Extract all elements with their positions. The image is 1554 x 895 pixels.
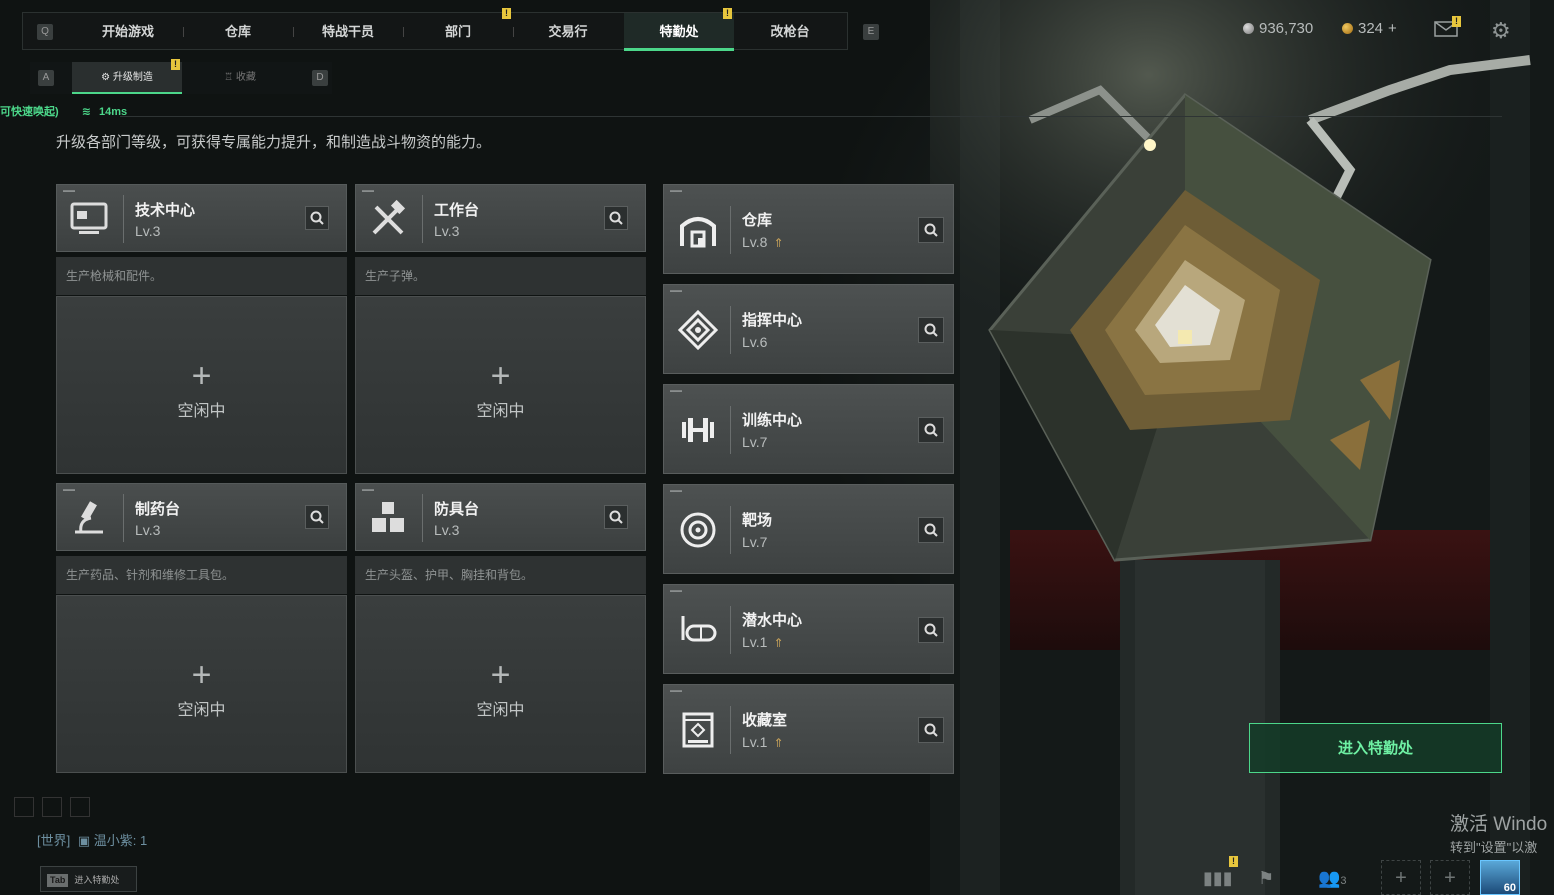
player-avatar[interactable]: 60 bbox=[1480, 860, 1520, 895]
add-slot-button[interactable]: + bbox=[1381, 860, 1421, 895]
department-warehouse[interactable]: ▬▬ 仓库 Lv.8 ⇑ bbox=[663, 184, 954, 274]
department-training-center[interactable]: ▬▬ 训练中心 Lv.7 bbox=[663, 384, 954, 474]
trophy-icon: ♖ bbox=[224, 72, 236, 83]
tab-trading[interactable]: 交易行 bbox=[513, 13, 623, 51]
command-icon bbox=[674, 306, 722, 354]
chat-toolbar bbox=[14, 797, 104, 819]
enter-special-ops-button[interactable]: 进入特勤处 bbox=[1249, 723, 1502, 773]
upgrade-arrow-icon: ⇑ bbox=[773, 736, 784, 750]
sub-navigation: A ⚙ 升级制造 ♖ 收藏 D bbox=[30, 62, 332, 94]
upgrade-arrow-icon: ⇑ bbox=[773, 236, 784, 250]
search-icon[interactable] bbox=[305, 206, 329, 230]
activation-watermark: 激活 Windo bbox=[1450, 814, 1548, 835]
department-command-center[interactable]: ▬▬ 指挥中心 Lv.6 bbox=[663, 284, 954, 374]
chat-option-icon[interactable] bbox=[14, 797, 34, 817]
gold-currency[interactable]: 324 + bbox=[1342, 20, 1397, 37]
subtab-collection[interactable]: ♖ 收藏 bbox=[185, 62, 295, 94]
silver-coin-icon bbox=[1243, 23, 1254, 34]
tab-departments[interactable]: 部门 bbox=[403, 13, 513, 51]
workshop-workbench[interactable]: ▬▬ 工作台 Lv.3 bbox=[355, 184, 646, 252]
friends-icon[interactable]: 👥3 bbox=[1318, 868, 1347, 889]
chat-message[interactable]: [世界] ▣ 温小紫: 1 bbox=[37, 830, 147, 849]
workshop-tech-center[interactable]: ▬▬ 技术中心 Lv.3 bbox=[56, 184, 347, 252]
prev-subtab-key[interactable]: A bbox=[38, 70, 54, 86]
craft-slot[interactable]: + 空闲中 bbox=[56, 595, 347, 773]
search-icon[interactable] bbox=[305, 505, 329, 529]
search-icon[interactable] bbox=[918, 517, 944, 543]
tab-operators[interactable]: 特战干员 bbox=[293, 13, 403, 51]
plus-icon: + bbox=[191, 656, 212, 694]
next-subtab-key[interactable]: D bbox=[312, 70, 328, 86]
subtab-upgrade-craft[interactable]: ⚙ 升级制造 bbox=[72, 62, 182, 94]
activation-watermark-sub: 转到"设置"以激 bbox=[1450, 840, 1538, 855]
upgrade-alert-icon: ! bbox=[171, 59, 180, 70]
flag-icon[interactable]: ⚑ bbox=[1258, 868, 1274, 889]
dumbbell-icon bbox=[674, 406, 722, 454]
add-gold-button[interactable]: + bbox=[1388, 20, 1397, 37]
plus-icon: + bbox=[490, 656, 511, 694]
tab-warehouse[interactable]: 仓库 bbox=[183, 13, 293, 51]
stats-icon[interactable]: ▮▮▮ bbox=[1203, 868, 1233, 889]
quick-wake-label: 可快速唤起) bbox=[0, 106, 59, 118]
silver-currency: 936,730 bbox=[1243, 20, 1313, 37]
search-icon[interactable] bbox=[918, 217, 944, 243]
search-icon[interactable] bbox=[918, 717, 944, 743]
chat-option-icon[interactable] bbox=[70, 797, 90, 817]
camera-icon: ▣ bbox=[77, 833, 91, 848]
page-description: 升级各部门等级，可获得专属能力提升，和制造战斗物资的能力。 bbox=[56, 134, 492, 151]
tab-gunsmith[interactable]: 改枪台 bbox=[735, 13, 845, 51]
tab-start-game[interactable]: 开始游戏 bbox=[73, 13, 183, 51]
craft-slot[interactable]: + 空闲中 bbox=[56, 296, 347, 474]
upgrade-arrow-icon: ⇑ bbox=[773, 636, 784, 650]
warehouse-icon bbox=[674, 206, 722, 254]
craft-slot[interactable]: + 空闲中 bbox=[355, 595, 646, 773]
special-ops-alert-icon: ! bbox=[723, 8, 732, 19]
next-tab-key[interactable]: E bbox=[863, 24, 879, 40]
craft-slot[interactable]: + 空闲中 bbox=[355, 296, 646, 474]
plus-icon: + bbox=[490, 357, 511, 395]
settings-gear-icon[interactable]: ⚙ bbox=[1491, 18, 1511, 44]
search-icon[interactable] bbox=[918, 617, 944, 643]
target-icon bbox=[674, 506, 722, 554]
microscope-icon bbox=[65, 494, 113, 542]
mail-alert-icon: ! bbox=[1452, 16, 1461, 27]
diving-mask-icon bbox=[674, 606, 722, 654]
plus-icon: + bbox=[191, 357, 212, 395]
status-bar: 可快速唤起) ≋ 14ms bbox=[0, 103, 127, 119]
prev-tab-key[interactable]: Q bbox=[37, 24, 53, 40]
workshop-description: 生产枪械和配件。 bbox=[56, 257, 347, 295]
computer-icon bbox=[65, 195, 113, 243]
chat-option-icon[interactable] bbox=[42, 797, 62, 817]
search-icon[interactable] bbox=[604, 206, 628, 230]
department-shooting-range[interactable]: ▬▬ 靶场 Lv.7 bbox=[663, 484, 954, 574]
upgrade-icon: ⚙ bbox=[101, 72, 113, 83]
wifi-icon: ≋ bbox=[81, 106, 91, 118]
search-icon[interactable] bbox=[604, 505, 628, 529]
tools-icon bbox=[364, 195, 412, 243]
tab-enter-hint[interactable]: Tab 进入特勤处 bbox=[40, 866, 137, 892]
special-ops-screen: Q 开始游戏 仓库 特战干员 部门 交易行 特勤处 改枪台 E ! ! A ⚙ … bbox=[0, 0, 1554, 895]
department-diving-center[interactable]: ▬▬ 潜水中心 Lv.1 ⇑ bbox=[663, 584, 954, 674]
department-collection-room[interactable]: ▬▬ 收藏室 Lv.1 ⇑ bbox=[663, 684, 954, 774]
workshop-pharmacy[interactable]: ▬▬ 制药台 Lv.3 bbox=[56, 483, 347, 551]
workshop-armor-bench[interactable]: ▬▬ 防具台 Lv.3 bbox=[355, 483, 646, 551]
workshop-description: 生产子弹。 bbox=[355, 257, 646, 295]
tab-special-ops[interactable]: 特勤处 bbox=[624, 13, 734, 51]
search-icon[interactable] bbox=[918, 417, 944, 443]
workshop-description: 生产头盔、护甲、胸挂和背包。 bbox=[355, 556, 646, 594]
workshop-description: 生产药品、针剂和维修工具包。 bbox=[56, 556, 347, 594]
add-slot-button[interactable]: + bbox=[1430, 860, 1470, 895]
collection-icon bbox=[674, 706, 722, 754]
gold-coin-icon bbox=[1342, 23, 1353, 34]
search-icon[interactable] bbox=[918, 317, 944, 343]
departments-alert-icon: ! bbox=[502, 8, 511, 19]
armor-icon bbox=[364, 494, 412, 542]
stats-alert-icon: ! bbox=[1229, 856, 1238, 867]
